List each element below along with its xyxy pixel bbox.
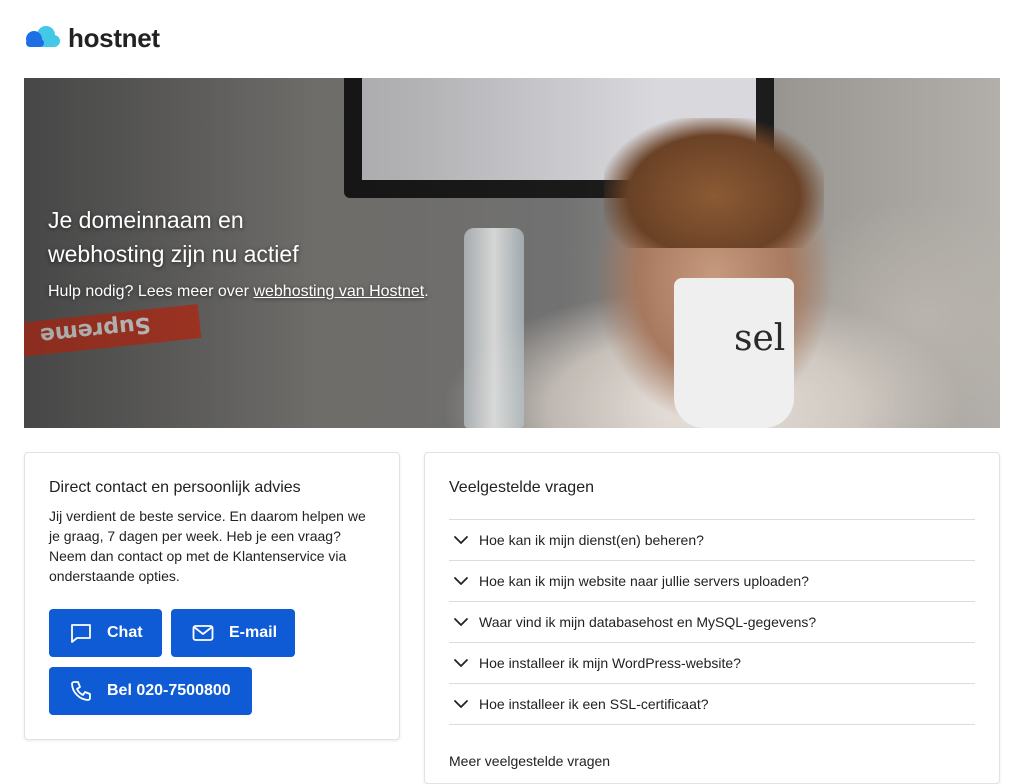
hero-subtitle-prefix: Hulp nodig? Lees meer over [48, 283, 254, 300]
hero-title-line1: Je domeinnaam en [48, 207, 244, 233]
call-button[interactable]: Bel 020-7500800 [49, 667, 252, 715]
faq-item[interactable]: Hoe kan ik mijn website naar jullie serv… [449, 561, 975, 602]
faq-item-label: Hoe kan ik mijn website naar jullie serv… [479, 573, 809, 589]
contact-title: Direct contact en persoonlijk advies [49, 479, 301, 496]
chat-bubble-icon [71, 624, 91, 643]
faq-item-label: Hoe installeer ik een SSL-certificaat? [479, 696, 709, 712]
faq-item[interactable]: Waar vind ik mijn databasehost en MySQL-… [449, 602, 975, 643]
chevron-down-icon [454, 577, 468, 585]
email-button[interactable]: E-mail [171, 609, 295, 657]
chat-button[interactable]: Chat [49, 609, 162, 657]
site-header: hostnet [24, 22, 160, 54]
logo-text[interactable]: hostnet [68, 23, 160, 54]
faq-item-label: Waar vind ik mijn databasehost en MySQL-… [479, 614, 817, 630]
hero-content: Je domeinnaam en webhosting zijn nu acti… [48, 203, 468, 301]
more-faq-link[interactable]: Meer veelgestelde vragen [449, 753, 610, 769]
webhosting-link[interactable]: webhosting van Hostnet [253, 283, 424, 300]
faq-title: Veelgestelde vragen [449, 479, 594, 496]
faq-item-label: Hoe installeer ik mijn WordPress-website… [479, 655, 741, 671]
phone-icon [71, 681, 91, 701]
chevron-down-icon [454, 536, 468, 544]
chevron-down-icon [454, 618, 468, 626]
hero-title-line2: webhosting zijn nu actief [48, 241, 299, 267]
faq-item[interactable]: Hoe installeer ik mijn WordPress-website… [449, 643, 975, 684]
call-button-label: Bel 020-7500800 [107, 682, 231, 699]
chat-button-label: Chat [107, 624, 143, 641]
chevron-down-icon [454, 659, 468, 667]
contact-description: Jij verdient de beste service. En daarom… [49, 508, 366, 584]
faq-item[interactable]: Hoe installeer ik een SSL-certificaat? [449, 684, 975, 725]
faq-card: Veelgestelde vragen Hoe kan ik mijn dien… [424, 452, 1000, 784]
faq-item[interactable]: Hoe kan ik mijn dienst(en) beheren? [449, 520, 975, 561]
envelope-icon [192, 625, 214, 641]
hero-title: Je domeinnaam en webhosting zijn nu acti… [48, 203, 468, 271]
cloud-logo-icon[interactable] [24, 24, 62, 52]
faq-item-label: Hoe kan ik mijn dienst(en) beheren? [479, 532, 704, 548]
hero-banner: sel Supreme Je domeinnaam en webhosting … [24, 78, 1000, 428]
hero-subtitle: Hulp nodig? Lees meer over webhosting va… [48, 283, 468, 301]
contact-card: Direct contact en persoonlijk advies Jij… [24, 452, 400, 740]
email-button-label: E-mail [229, 624, 278, 641]
hero-subtitle-suffix: . [424, 283, 429, 300]
chevron-down-icon [454, 700, 468, 708]
faq-list: Hoe kan ik mijn dienst(en) beheren? Hoe … [449, 519, 975, 725]
